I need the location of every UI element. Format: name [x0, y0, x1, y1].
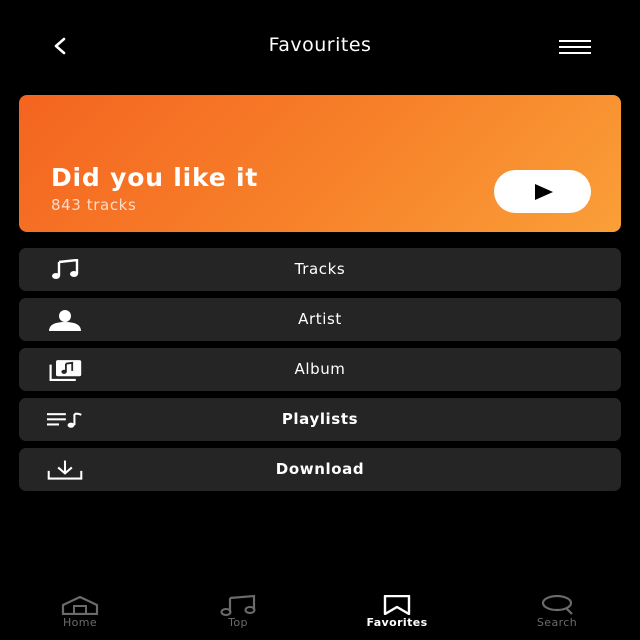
page-title: Favourites	[268, 34, 372, 56]
list-item-label: Playlists	[281, 410, 359, 428]
hero-track-count: 843 tracks	[51, 196, 137, 214]
list-item-download[interactable]: Download	[19, 448, 621, 491]
hamburger-menu-icon	[559, 40, 591, 54]
nav-top[interactable]: Top	[188, 590, 288, 640]
header: Favourites	[0, 0, 640, 92]
bookmark-icon	[383, 595, 411, 615]
list-item-label: Download	[275, 460, 365, 478]
list-item-playlists[interactable]: Playlists	[19, 398, 621, 441]
music-note-icon	[220, 594, 256, 616]
hero-title: Did you like it	[51, 163, 259, 192]
list-item-tracks[interactable]: Tracks	[19, 248, 621, 291]
play-icon	[534, 183, 553, 200]
nav-label: Top	[228, 616, 248, 629]
search-icon	[541, 595, 573, 615]
play-button[interactable]	[494, 170, 591, 213]
list-item-label: Artist	[298, 310, 342, 328]
favourites-screen: Favourites Did you like it 843 tracks Tr…	[0, 0, 640, 640]
menu-button[interactable]	[558, 36, 592, 58]
favourites-hero-card[interactable]: Did you like it 843 tracks	[19, 95, 621, 232]
nav-label: Search	[536, 616, 578, 629]
nav-search[interactable]: Search	[507, 590, 607, 640]
list-item-label: Album	[294, 360, 346, 378]
list-item-label: Tracks	[294, 260, 346, 278]
list-item-album[interactable]: Album	[19, 348, 621, 391]
bottom-navigation: Home Top Favorites Search	[0, 590, 640, 640]
nav-home[interactable]: Home	[30, 590, 130, 640]
nav-label: Favorites	[366, 616, 428, 629]
list-item-artist[interactable]: Artist	[19, 298, 621, 341]
nav-favorites[interactable]: Favorites	[347, 590, 447, 640]
home-icon	[61, 595, 99, 615]
nav-label: Home	[62, 616, 98, 629]
